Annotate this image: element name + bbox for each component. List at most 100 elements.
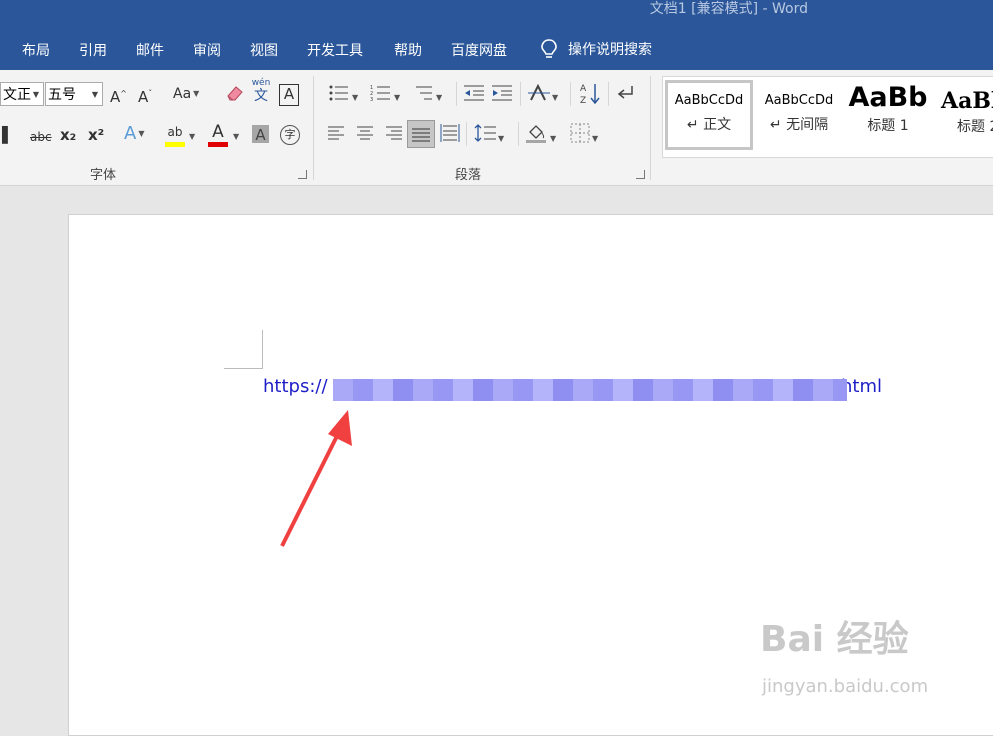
style-heading-1[interactable]: AaBb 标题 1	[843, 80, 933, 150]
grow-font-button[interactable]: A^	[110, 84, 127, 107]
justify-icon	[412, 128, 430, 141]
justify-button[interactable]	[407, 120, 435, 148]
highlight-icon: ab	[167, 125, 183, 139]
borders-button[interactable]: ▼	[570, 123, 598, 149]
superscript-button[interactable]: x²	[88, 125, 104, 145]
line-spacing-button[interactable]: ▼	[474, 123, 504, 149]
separator	[608, 82, 609, 106]
separator	[520, 82, 521, 106]
highlight-color-button[interactable]: ab	[165, 122, 185, 147]
font-color-button[interactable]: A	[208, 122, 228, 147]
phonetic-guide-button[interactable]: wén 文	[251, 78, 271, 104]
line-spacing-icon	[474, 124, 496, 142]
style-name: ↵ 无间隔	[769, 117, 829, 133]
style-name: 标题 2	[957, 119, 993, 135]
numbering-icon: 123	[370, 85, 390, 103]
chinese-layout-icon	[528, 83, 550, 101]
paragraph-dialog-launcher[interactable]	[636, 170, 645, 179]
font-size-combo[interactable]: 五号 ▼	[45, 82, 103, 106]
redacted-url-block	[333, 379, 847, 401]
sort-button[interactable]: AZ	[580, 82, 600, 109]
character-border-button[interactable]: A	[279, 84, 299, 106]
font-group-label: 字体	[90, 168, 117, 183]
paragraph-mark-icon	[617, 86, 633, 99]
shrink-font-button[interactable]: Aˇ	[138, 84, 152, 107]
tab-baidu-netdisk[interactable]: 百度网盘	[451, 40, 507, 60]
tab-mailings[interactable]: 邮件	[136, 40, 164, 60]
ribbon: 文正 ▼ 五号 ▼ A^ Aˇ Aa ▼ wén 文 A ▌ abc x₂ x² …	[0, 70, 993, 186]
subscript-button[interactable]: x₂	[60, 125, 76, 145]
style-sample: AaBl	[941, 88, 993, 114]
svg-text:3: 3	[370, 97, 373, 102]
style-heading-2[interactable]: AaBl 标题 2	[931, 80, 993, 150]
style-no-spacing[interactable]: AaBbCcDd ↵ 无间隔	[754, 80, 844, 150]
margin-corner-mark	[224, 368, 263, 369]
align-center-button[interactable]	[356, 125, 374, 146]
decrease-indent-button[interactable]	[464, 84, 484, 107]
style-sample: AaBbCcDd	[764, 93, 834, 108]
tab-help[interactable]: 帮助	[394, 40, 422, 60]
superscript-icon: x²	[88, 126, 105, 144]
numbering-button[interactable]: 1 2 3 ▼	[370, 84, 400, 108]
show-marks-button[interactable]	[616, 84, 636, 107]
bullets-button[interactable]: ▼	[328, 84, 358, 108]
style-name: 标题 1	[867, 118, 909, 134]
separator	[518, 122, 519, 146]
separator	[466, 122, 467, 146]
group-separator	[313, 76, 314, 180]
watermark-brand: Bai 经验	[760, 619, 909, 660]
text-effects-button[interactable]: A ▼	[124, 124, 144, 144]
strikethrough-button[interactable]: abc	[30, 127, 52, 147]
watermark-url: jingyan.baidu.com	[762, 676, 929, 697]
style-normal[interactable]: AaBbCcDd ↵ 正文	[665, 80, 753, 150]
character-border-icon: A	[283, 85, 295, 103]
paint-bucket-icon	[526, 125, 546, 143]
font-name-value: 文正	[3, 87, 31, 103]
shading-button[interactable]: ▼	[526, 123, 556, 149]
paragraph-group-label: 段落	[455, 168, 482, 183]
strikethrough-icon: abc	[30, 130, 52, 144]
character-shading-icon: A	[255, 126, 266, 144]
enclose-characters-button[interactable]: 字	[280, 125, 300, 145]
font-color-dropdown[interactable]: ▼	[233, 127, 239, 147]
chinese-layout-button[interactable]: ▼	[528, 83, 558, 108]
hyperlink-prefix: https://	[263, 376, 328, 397]
change-case-button[interactable]: Aa ▼	[173, 84, 199, 104]
tell-me-label: 操作说明搜索	[568, 42, 652, 58]
tab-developer[interactable]: 开发工具	[307, 40, 363, 60]
character-shading-button[interactable]: A	[252, 125, 269, 144]
increase-indent-icon	[492, 85, 512, 101]
multilevel-list-button[interactable]: ▼	[412, 84, 442, 108]
styles-gallery: AaBbCcDd ↵ 正文 AaBbCcDd ↵ 无间隔 AaBb 标题 1 A…	[662, 76, 993, 158]
tab-layout[interactable]: 布局	[22, 40, 50, 60]
align-left-button[interactable]	[328, 125, 346, 146]
distributed-button[interactable]	[440, 123, 460, 148]
tab-references[interactable]: 引用	[79, 40, 107, 60]
align-right-button[interactable]	[384, 125, 402, 146]
tell-me-search[interactable]: 操作说明搜索	[540, 38, 652, 60]
phonetic-guide-icon-top: wén	[251, 78, 271, 88]
borders-icon	[570, 123, 590, 143]
underline-dropdown[interactable]: ▌	[2, 125, 14, 145]
distributed-icon	[440, 124, 460, 142]
highlight-dropdown[interactable]: ▼	[189, 127, 195, 147]
sort-icon: AZ	[580, 84, 600, 106]
chevron-down-icon: ▼	[91, 90, 98, 99]
shrink-font-icon: A	[138, 88, 149, 106]
subscript-icon: x₂	[60, 126, 77, 144]
separator	[570, 82, 571, 106]
tab-review[interactable]: 审阅	[193, 40, 221, 60]
font-dialog-launcher[interactable]	[298, 170, 307, 179]
style-sample: AaBbCcDd	[674, 93, 744, 108]
group-separator	[650, 76, 651, 180]
phonetic-guide-icon-bottom: 文	[254, 88, 268, 104]
clear-formatting-button[interactable]	[225, 84, 245, 107]
tab-view[interactable]: 视图	[250, 40, 278, 60]
font-name-combo[interactable]: 文正 ▼	[0, 82, 44, 106]
font-size-value: 五号	[48, 87, 76, 103]
change-case-icon: Aa	[173, 86, 192, 102]
align-left-icon	[328, 126, 344, 140]
align-right-icon	[386, 126, 402, 140]
increase-indent-button[interactable]	[492, 84, 512, 107]
separator	[456, 82, 457, 106]
